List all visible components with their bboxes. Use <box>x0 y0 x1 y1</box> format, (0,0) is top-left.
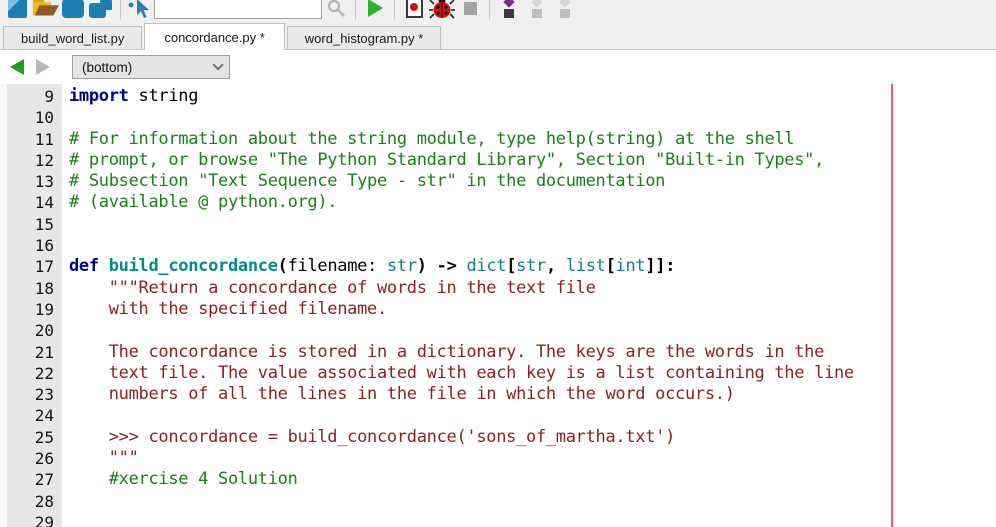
code-line[interactable]: # (available @ python.org). <box>69 192 996 213</box>
position-dropdown[interactable]: (bottom) <box>72 55 230 79</box>
open-file-icon[interactable] <box>31 0 59 21</box>
toolbar <box>0 0 996 22</box>
line-number: 18 <box>34 278 54 298</box>
line-number: 9 <box>44 87 54 106</box>
line-number: 21 <box>34 342 54 362</box>
line-number: 19 <box>34 299 54 319</box>
line-number: 27 <box>34 470 54 490</box>
code-line[interactable]: #xercise 4 Solution <box>69 469 996 490</box>
tab-word-histogram-py[interactable]: word_histogram.py * <box>286 26 442 49</box>
forward-button <box>24 59 50 75</box>
toolbar-search-input[interactable] <box>154 0 322 19</box>
breakpoint-margin[interactable] <box>0 84 7 527</box>
search-icon <box>322 0 350 21</box>
code-line[interactable] <box>69 405 996 426</box>
line-number-gutter: 9 10 11 12 13 14 15 16 17 18 19 20 21 22 23 24 25 26 27 28 2… <box>7 84 62 527</box>
line-number: 25 <box>34 427 54 447</box>
line-number: 11 <box>34 129 54 149</box>
chevron-down-icon <box>212 59 224 71</box>
tab-concordance-py[interactable]: concordance.py * <box>144 23 285 50</box>
step-over-icon <box>523 0 551 21</box>
code-line[interactable]: numbers of all the lines in the file in … <box>69 384 996 405</box>
line-number: 24 <box>34 406 54 426</box>
run-icon[interactable] <box>361 0 389 21</box>
code-line[interactable]: # prompt, or browse "The Python Standard… <box>69 150 996 171</box>
toolbar-separator <box>394 0 395 20</box>
line-number: 28 <box>34 491 54 511</box>
code-editor[interactable]: 9 10 11 12 13 14 15 16 17 18 19 20 21 22 23 24 25 26 27 28 2… <box>0 84 996 527</box>
code-line[interactable] <box>69 512 996 527</box>
line-number: 23 <box>34 385 54 405</box>
tab-bar: build_word_list.py concordance.py * word_h… <box>0 22 996 50</box>
line-number: 15 <box>34 214 54 234</box>
debug-bug-icon[interactable] <box>428 0 456 21</box>
breakpoint-page-icon[interactable] <box>400 0 428 21</box>
code-line[interactable]: """ <box>69 448 996 469</box>
goto-selection-icon[interactable] <box>126 0 154 21</box>
code-line[interactable]: """Return a concordance of words in the … <box>69 278 996 299</box>
line-number: 16 <box>34 236 54 256</box>
code-line[interactable] <box>69 320 996 341</box>
toolbar-separator <box>120 0 121 20</box>
line-number: 29 <box>34 512 54 527</box>
tab-build-word-list-py[interactable]: build_word_list.py <box>3 26 143 49</box>
editor-nav-bar: (bottom) <box>0 50 996 84</box>
code-line[interactable]: # For information about the string modul… <box>69 129 996 150</box>
toolbar-separator <box>355 0 356 20</box>
code-line[interactable]: # Subsection "Text Sequence Type - str" … <box>69 171 996 192</box>
code-line[interactable]: text file. The value associated with eac… <box>69 363 996 384</box>
step-into-icon[interactable] <box>495 0 523 21</box>
line-number: 17 <box>34 257 54 277</box>
back-button[interactable] <box>10 59 24 75</box>
code-line[interactable] <box>69 214 996 235</box>
line-number: 20 <box>34 321 54 341</box>
line-number: 14 <box>34 193 54 213</box>
new-file-icon[interactable] <box>3 0 31 21</box>
code-line[interactable] <box>69 491 996 512</box>
code-pane[interactable]: import string # For information about the… <box>62 84 996 527</box>
line-number: 22 <box>34 363 54 383</box>
code-line[interactable]: import string <box>69 86 996 107</box>
step-out-icon <box>551 0 579 21</box>
code-line[interactable]: with the specified filename. <box>69 299 996 320</box>
save-icon[interactable] <box>59 0 87 21</box>
line-number: 10 <box>34 108 54 128</box>
code-line[interactable] <box>69 235 996 256</box>
line-number: 13 <box>34 172 54 192</box>
line-number: 26 <box>34 449 54 469</box>
save-all-icon[interactable] <box>87 0 115 21</box>
code-line[interactable] <box>69 107 996 128</box>
toolbar-separator <box>489 0 490 20</box>
code-line[interactable]: >>> concordance = build_concordance('son… <box>69 427 996 448</box>
position-dropdown-value: (bottom) <box>82 59 133 75</box>
line-number: 12 <box>34 150 54 170</box>
stop-icon <box>456 0 484 21</box>
code-line[interactable]: The concordance is stored in a dictionar… <box>69 342 996 363</box>
edge-of-text-ruler <box>891 84 893 527</box>
code-line[interactable]: def build_concordance(filename: str) -> … <box>69 256 996 277</box>
